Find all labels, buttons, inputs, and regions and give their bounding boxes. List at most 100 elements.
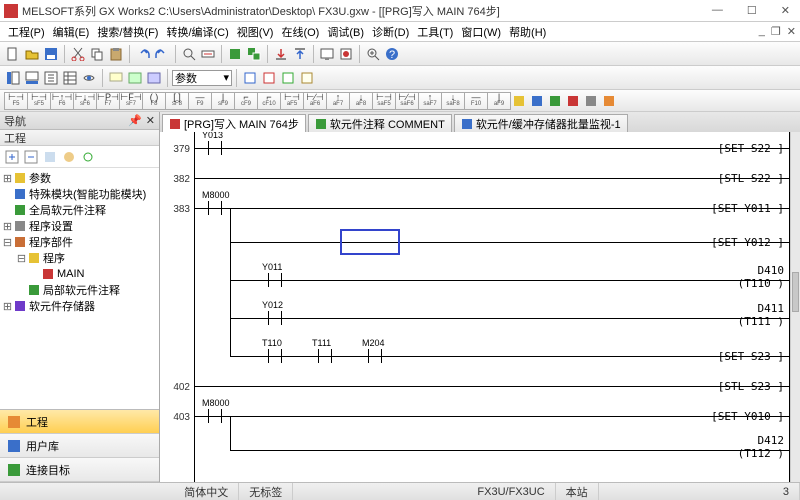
coil-label[interactable]: [SET Y011 ]: [711, 202, 784, 215]
write-plc-button[interactable]: [272, 45, 290, 63]
contact[interactable]: [200, 141, 230, 155]
coil-label[interactable]: [SET Y010 ]: [711, 410, 784, 423]
instr-key-F6[interactable]: ⊢↑⊣F6: [50, 92, 74, 110]
coil-label[interactable]: [SET Y012 ]: [711, 236, 784, 249]
maximize-button[interactable]: ☐: [741, 4, 763, 17]
mode-read[interactable]: [241, 69, 259, 87]
coil-label[interactable]: [STL S22 ]: [718, 172, 784, 185]
contact[interactable]: [310, 349, 340, 363]
tree-node-2[interactable]: 全局软元件注释: [2, 202, 157, 218]
nav-tab-proj[interactable]: 工程: [0, 410, 159, 434]
editor-tab-1[interactable]: 软元件注释 COMMENT: [308, 114, 452, 132]
nav-tab-target[interactable]: 连接目标: [0, 458, 159, 482]
devicelist-toggle[interactable]: [61, 69, 79, 87]
instr-extra-4[interactable]: [582, 92, 600, 110]
read-plc-button[interactable]: [291, 45, 309, 63]
instr-extra-0[interactable]: [510, 92, 528, 110]
menu-1[interactable]: 编辑(E): [49, 25, 94, 41]
tree-expander[interactable]: ⊟: [16, 252, 27, 265]
contact[interactable]: [260, 311, 290, 325]
coil-label[interactable]: [SET S22 ]: [718, 142, 784, 155]
goto-button[interactable]: [199, 45, 217, 63]
instr-key-sF5[interactable]: ⊢⊣sF5: [27, 92, 51, 110]
tree-node-1[interactable]: 特殊模块(智能功能模块): [2, 186, 157, 202]
coil-label[interactable]: D410(T110 ): [738, 264, 784, 290]
watch-toggle[interactable]: [80, 69, 98, 87]
tree-expander[interactable]: ⊞: [2, 300, 13, 313]
open-button[interactable]: [23, 45, 41, 63]
coil-label[interactable]: [STL S23 ]: [718, 380, 784, 393]
tree-node-7[interactable]: 局部软元件注释: [2, 282, 157, 298]
vertical-scrollbar[interactable]: [790, 132, 800, 482]
mode-monitor[interactable]: [279, 69, 297, 87]
menu-10[interactable]: 帮助(H): [505, 25, 550, 41]
mdi-minimize[interactable]: _: [759, 25, 765, 38]
help-button[interactable]: ?: [383, 45, 401, 63]
tree-node-4[interactable]: ⊟程序部件: [2, 234, 157, 250]
instr-key-sF8[interactable]: [ ]sF8: [165, 92, 189, 110]
instr-key-saF6[interactable]: ⊢∕⊣saF6: [395, 92, 419, 110]
menu-5[interactable]: 在线(O): [277, 25, 323, 41]
instr-key-sF7[interactable]: ⊢F⊣sF7: [119, 92, 143, 110]
menu-2[interactable]: 搜索/替换(F): [93, 25, 162, 41]
instr-key-saF5[interactable]: ⊢⊣saF5: [372, 92, 396, 110]
instr-key-aF5[interactable]: ⊢⊣aF5: [280, 92, 304, 110]
cut-button[interactable]: [69, 45, 87, 63]
simulation-button[interactable]: [337, 45, 355, 63]
monitor-button[interactable]: [318, 45, 336, 63]
instr-key-aF8[interactable]: ↓aF8: [349, 92, 373, 110]
nav-view2-icon[interactable]: [61, 149, 77, 165]
paste-button[interactable]: [107, 45, 125, 63]
editor-tab-2[interactable]: 软元件/缓冲存储器批量监视-1: [454, 114, 628, 132]
instr-key-aF6[interactable]: ⊢∕⊣aF6: [303, 92, 327, 110]
nav-refresh-icon[interactable]: [80, 149, 96, 165]
note-toggle[interactable]: [145, 69, 163, 87]
tree-expander[interactable]: ⊞: [2, 172, 13, 185]
param-dropdown[interactable]: 参数▾: [172, 70, 232, 86]
mode-write[interactable]: [260, 69, 278, 87]
instr-extra-5[interactable]: [600, 92, 618, 110]
contact[interactable]: [260, 273, 290, 287]
redo-button[interactable]: [153, 45, 171, 63]
tree-expander[interactable]: ⊟: [2, 236, 13, 249]
instr-key-F7[interactable]: ⊢P⊣F7: [96, 92, 120, 110]
instr-key-cF9[interactable]: ⌐cF9: [234, 92, 258, 110]
instr-key-F9[interactable]: —F9: [188, 92, 212, 110]
nav-toggle[interactable]: [4, 69, 22, 87]
nav-pin-icon[interactable]: 📌: [128, 114, 142, 127]
nav-view1-icon[interactable]: [42, 149, 58, 165]
nav-close-icon[interactable]: ✕: [146, 114, 155, 127]
comment-toggle[interactable]: [107, 69, 125, 87]
ladder-editor[interactable]: 379Y013[SET S22 ]382[STL S22 ]383M8000[S…: [160, 132, 800, 482]
save-button[interactable]: [42, 45, 60, 63]
menu-6[interactable]: 调试(B): [323, 25, 368, 41]
instr-key-F8[interactable]: ( )F8: [142, 92, 166, 110]
instr-key-aF9[interactable]: |aF9: [487, 92, 511, 110]
instr-key-cF10[interactable]: ⌐cF10: [257, 92, 281, 110]
compile-button[interactable]: [226, 45, 244, 63]
menu-0[interactable]: 工程(P): [4, 25, 49, 41]
instr-key-F10[interactable]: —F10: [464, 92, 488, 110]
output-toggle[interactable]: [23, 69, 41, 87]
nav-expand-icon[interactable]: [4, 149, 20, 165]
coil-label[interactable]: D411(T111 ): [738, 302, 784, 328]
instr-extra-3[interactable]: [564, 92, 582, 110]
find-button[interactable]: [180, 45, 198, 63]
nav-collapse-icon[interactable]: [23, 149, 39, 165]
undo-button[interactable]: [134, 45, 152, 63]
instr-key-F5[interactable]: ⊢⊣F5: [4, 92, 28, 110]
tree-node-0[interactable]: ⊞参数: [2, 170, 157, 186]
tree-node-8[interactable]: ⊞软元件存储器: [2, 298, 157, 314]
contact[interactable]: [200, 409, 230, 423]
menu-9[interactable]: 窗口(W): [457, 25, 505, 41]
contact[interactable]: [200, 201, 230, 215]
instr-extra-2[interactable]: [546, 92, 564, 110]
ladder-cursor[interactable]: [340, 229, 400, 255]
tree-expander[interactable]: ⊞: [2, 220, 13, 233]
mode-monitor-write[interactable]: [298, 69, 316, 87]
statement-toggle[interactable]: [126, 69, 144, 87]
compile-all-button[interactable]: [245, 45, 263, 63]
contact[interactable]: [260, 349, 290, 363]
tree-node-5[interactable]: ⊟程序: [2, 250, 157, 266]
close-button[interactable]: ✕: [775, 4, 796, 17]
